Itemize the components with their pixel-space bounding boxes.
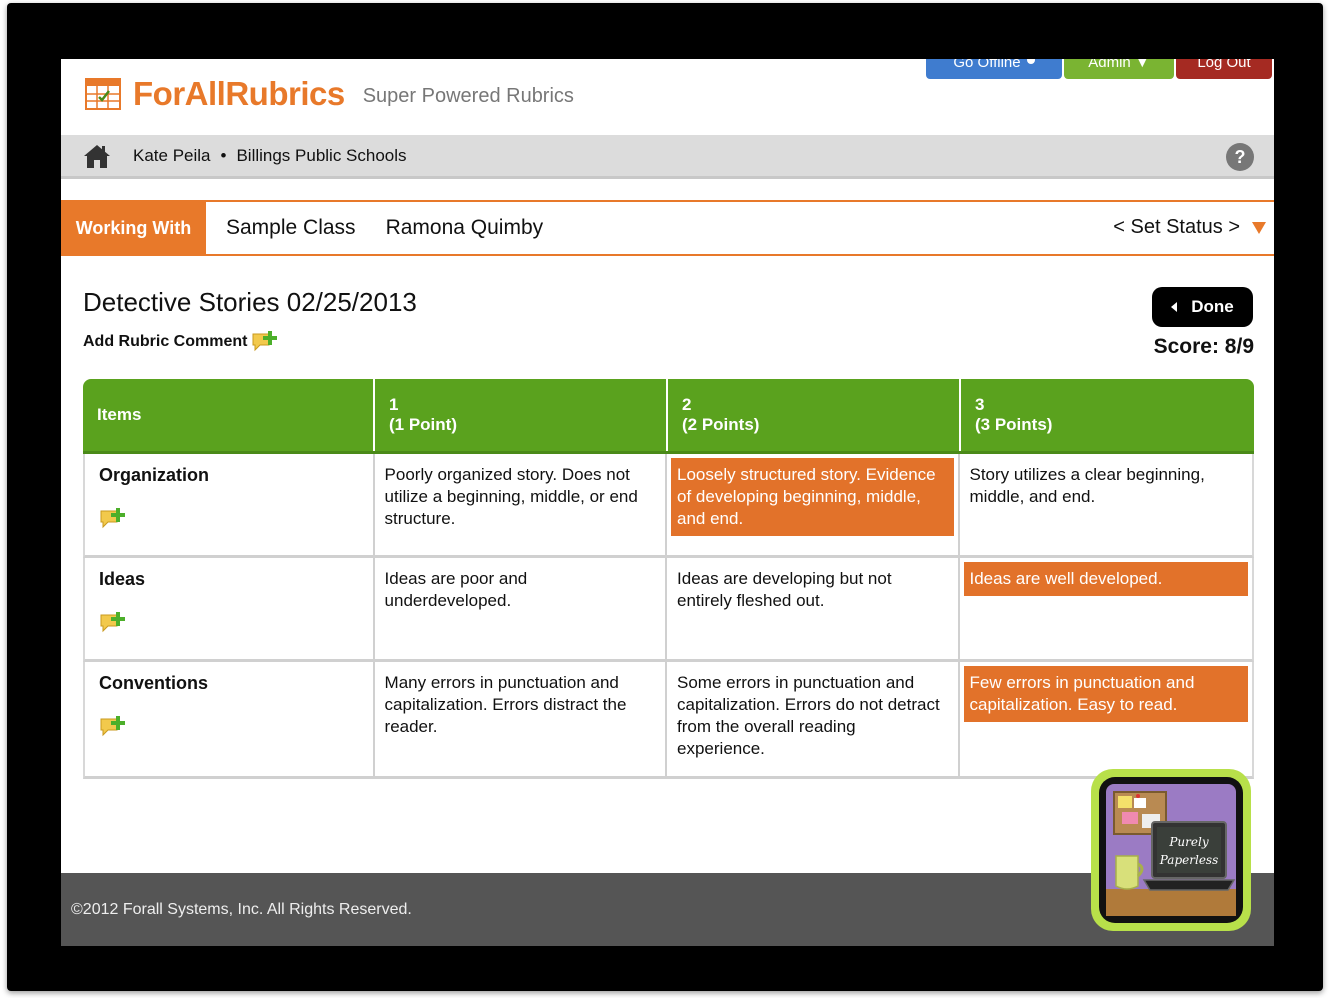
level-description: Some errors in punctuation and capitaliz… — [677, 673, 940, 758]
class-name[interactable]: Sample Class — [226, 216, 356, 240]
item-cell: Ideas — [85, 558, 375, 659]
done-label: Done — [1191, 297, 1234, 316]
level-cell[interactable]: Poorly organized story. Does not utilize… — [375, 454, 668, 555]
admin-label: Admin ▼ — [1088, 59, 1150, 71]
home-icon[interactable] — [83, 143, 111, 169]
header-items-label: Items — [97, 405, 142, 424]
header-level-2: 2 (2 Points) — [668, 379, 961, 451]
admin-menu-button[interactable]: Admin ▼ — [1064, 59, 1174, 79]
item-cell: Organization — [85, 454, 375, 555]
level-description: Ideas are poor and underdeveloped. — [384, 569, 528, 610]
organization-name: Billings Public Schools — [236, 145, 407, 165]
level-cell[interactable]: Story utilizes a clear beginning, middle… — [960, 454, 1252, 555]
item-name: Ideas — [99, 569, 146, 589]
rubric-table: Items 1 (1 Point) 2 (2 Points) 3 (3 Poin… — [83, 379, 1254, 779]
level-cell-selected[interactable]: Few errors in punctuation and capitaliza… — [960, 662, 1252, 776]
app-name: ForAllRubrics — [133, 75, 345, 112]
header-level-3-number: 3 — [975, 395, 985, 414]
student-name[interactable]: Ramona Quimby — [386, 216, 544, 240]
separator: • — [220, 145, 227, 165]
rubric-header-row: Items 1 (1 Point) 2 (2 Points) 3 (3 Poin… — [83, 379, 1254, 454]
level-description: Ideas are well developed. — [963, 562, 1248, 596]
item-cell: Conventions — [85, 662, 375, 776]
help-icon[interactable]: ? — [1226, 143, 1254, 171]
level-description: Ideas are developing but not entirely fl… — [677, 569, 892, 610]
user-bar: Kate Peila • Billings Public Schools ? — [61, 135, 1274, 179]
rubric-row-ideas: Ideas Ideas are poor and underdeveloped.… — [83, 558, 1254, 662]
level-description: Loosely structured story. Evidence of de… — [671, 458, 954, 536]
logo-area[interactable]: ForAllRubrics Super Powered Rubrics — [85, 74, 574, 114]
account-buttons: Go Offline Admin ▼ Log Out — [924, 59, 1272, 79]
level-cell[interactable]: Ideas are poor and underdeveloped. — [375, 558, 668, 659]
laptop-desk-illustration-icon: Purely Paperless — [1106, 784, 1236, 916]
done-button[interactable]: Done — [1152, 287, 1253, 327]
item-name: Conventions — [99, 673, 209, 693]
copyright-text: ©2012 Forall Systems, Inc. All Rights Re… — [71, 900, 412, 918]
rubric-grid-logo-icon — [85, 78, 121, 110]
level-description: Many errors in punctuation and capitaliz… — [384, 673, 627, 736]
header-level-3: 3 (3 Points) — [961, 379, 1254, 451]
item-name: Organization — [99, 465, 210, 485]
header-level-1-number: 1 — [389, 395, 399, 414]
status-dot-icon — [1026, 59, 1035, 64]
user-name: Kate Peila — [133, 145, 211, 165]
add-rubric-comment-label: Add Rubric Comment — [83, 333, 248, 350]
add-comment-icon — [252, 331, 278, 352]
set-status-button[interactable]: < Set Status > — [1113, 216, 1240, 239]
working-with-label: Working With — [61, 201, 206, 255]
purely-paperless-badge: Purely Paperless — [1091, 769, 1251, 931]
app-tagline: Super Powered Rubrics — [362, 84, 574, 107]
level-description: Few errors in punctuation and capitaliza… — [963, 666, 1248, 722]
header-level-1: 1 (1 Point) — [375, 379, 668, 451]
status-dropdown-icon[interactable] — [1252, 222, 1266, 234]
go-offline-button[interactable]: Go Offline — [926, 59, 1062, 79]
level-description: Poorly organized story. Does not utilize… — [384, 465, 638, 528]
header-level-1-points: (1 Point) — [389, 415, 457, 434]
add-comment-icon[interactable] — [99, 506, 125, 532]
badge-inner: Purely Paperless — [1099, 777, 1243, 923]
badge-line2: Paperless — [1159, 853, 1218, 867]
add-comment-icon[interactable] — [99, 610, 125, 636]
back-arrow-icon — [1171, 302, 1178, 312]
level-cell[interactable]: Ideas are developing but not entirely fl… — [667, 558, 960, 659]
header-level-2-points: (2 Points) — [682, 415, 760, 434]
logout-button[interactable]: Log Out — [1176, 59, 1272, 79]
logout-label: Log Out — [1197, 59, 1251, 71]
header-level-2-number: 2 — [682, 395, 692, 414]
add-comment-icon[interactable] — [99, 714, 125, 740]
score-display: Score: 8/9 — [1153, 335, 1254, 358]
level-cell[interactable]: Some errors in punctuation and capitaliz… — [667, 662, 960, 776]
level-cell-selected[interactable]: Loosely structured story. Evidence of de… — [667, 454, 960, 555]
badge-line1: Purely — [1168, 835, 1208, 849]
context-bar: Working With Sample Class Ramona Quimby … — [61, 200, 1274, 256]
go-offline-label: Go Offline — [953, 59, 1021, 71]
level-cell-selected[interactable]: Ideas are well developed. — [960, 558, 1252, 659]
tablet-frame: Go Offline Admin ▼ Log Out ForAllRubrics… — [7, 3, 1323, 991]
add-rubric-comment-button[interactable]: Add Rubric Comment — [83, 330, 278, 354]
rubric-row-conventions: Conventions Many errors in punctuation a… — [83, 662, 1254, 779]
header-items: Items — [83, 379, 375, 451]
rubric-title: Detective Stories 02/25/2013 — [83, 287, 417, 317]
rubric-row-organization: Organization Poorly organized story. Doe… — [83, 454, 1254, 558]
header-level-3-points: (3 Points) — [975, 415, 1053, 434]
level-cell[interactable]: Many errors in punctuation and capitaliz… — [375, 662, 668, 776]
level-description: Story utilizes a clear beginning, middle… — [969, 465, 1205, 506]
